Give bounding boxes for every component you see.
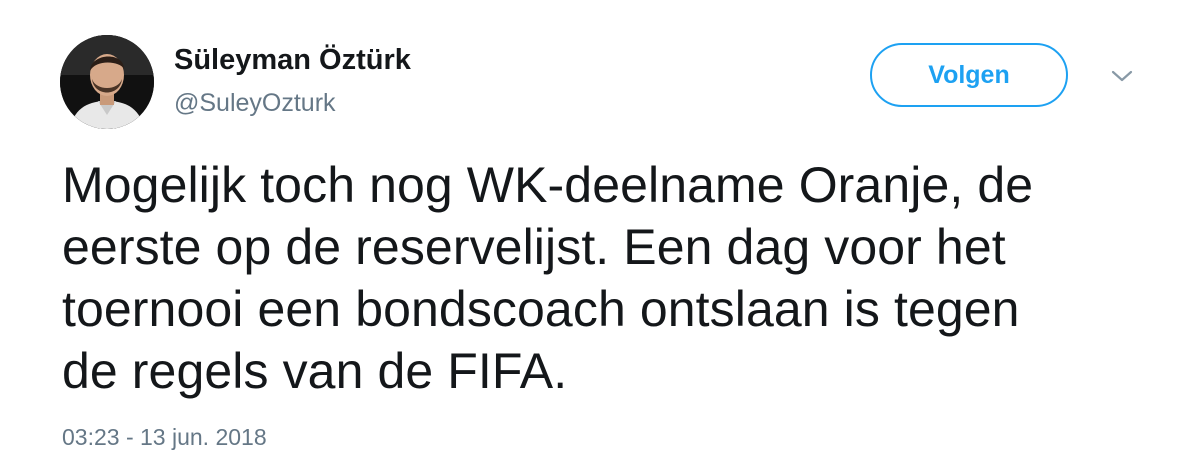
tweet-text-line: de regels van de FIFA. xyxy=(62,343,568,399)
avatar[interactable] xyxy=(60,35,154,129)
tweet-text-line: eerste op de reservelijst. Een dag voor … xyxy=(62,219,1006,275)
follow-button-label: Volgen xyxy=(928,60,1010,89)
tweet-text: Mogelijk toch nog WK-deelname Oranje, de… xyxy=(62,154,1162,402)
tweet-menu-button[interactable] xyxy=(1108,66,1136,86)
tweet-timestamp[interactable]: 03:23 - 13 jun. 2018 xyxy=(62,424,267,451)
author-handle[interactable]: @SuleyOzturk xyxy=(174,89,336,118)
tweet-text-line: toernooi een bondscoach ontslaan is tege… xyxy=(62,281,1020,337)
author-display-name[interactable]: Süleyman Öztürk xyxy=(174,44,411,77)
chevron-down-icon xyxy=(1111,70,1133,82)
tweet-card: Süleyman Öztürk @SuleyOzturk Volgen Moge… xyxy=(0,0,1200,462)
tweet-text-line: Mogelijk toch nog WK-deelname Oranje, de xyxy=(62,157,1034,213)
profile-photo-icon xyxy=(60,35,154,129)
follow-button[interactable]: Volgen xyxy=(870,43,1068,107)
